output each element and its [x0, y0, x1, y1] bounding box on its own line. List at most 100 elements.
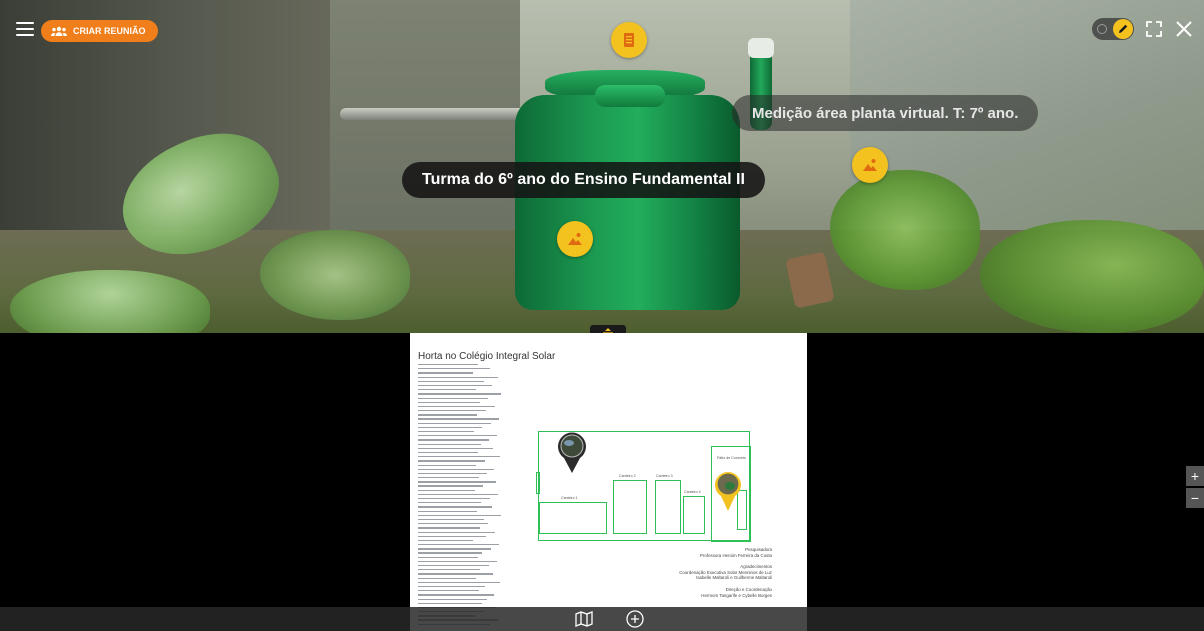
participant-line — [418, 477, 479, 479]
participant-line — [418, 451, 478, 454]
scene-water-tank — [515, 95, 740, 310]
credits-name-direction: Hermom Tangarife e Cybelle Borges — [701, 592, 772, 598]
fullscreen-icon[interactable] — [1144, 19, 1164, 39]
scene-tank-lid — [595, 85, 665, 107]
participant-line — [418, 598, 487, 600]
plan-canteiro-2 — [613, 480, 647, 534]
participants-list — [418, 364, 503, 628]
participant-line — [418, 380, 484, 383]
participant-line — [418, 384, 492, 387]
document-hotspot[interactable] — [611, 22, 647, 58]
image-icon — [568, 233, 582, 245]
zoom-controls: + − — [1186, 466, 1204, 508]
participant-line — [418, 514, 501, 517]
scene-wall-middle — [330, 0, 530, 260]
participant-line — [418, 493, 498, 496]
participant-line — [418, 393, 501, 395]
participant-line — [418, 447, 493, 450]
garden-plan: Canteiro 1 Canteiro 2 Canteiro 3 Canteir… — [536, 430, 751, 542]
participant-line — [418, 544, 499, 546]
participant-line — [418, 397, 488, 399]
participant-line — [418, 569, 480, 571]
participant-line — [418, 364, 478, 366]
participant-line — [418, 535, 486, 537]
hotspot-label-medicao[interactable]: Medição área planta virtual. T: 7º ano. — [732, 95, 1039, 131]
participant-line — [418, 581, 500, 584]
document-page[interactable]: Horta no Colégio Integral Solar Canteiro… — [410, 333, 807, 631]
zoom-out-button[interactable]: − — [1186, 488, 1204, 508]
participant-line — [418, 506, 492, 508]
image-hotspot-right[interactable] — [852, 147, 888, 183]
panorama-marker-1[interactable] — [555, 430, 589, 474]
participant-line — [418, 573, 493, 575]
participant-line — [418, 565, 489, 567]
panorama-marker-2[interactable] — [711, 468, 745, 512]
participant-line — [418, 498, 490, 500]
zoom-in-button[interactable]: + — [1186, 466, 1204, 486]
document-credits: Pesquisadora Professora Heroim Ferreira … — [679, 547, 772, 598]
participant-line — [418, 510, 477, 512]
participant-line — [418, 401, 480, 403]
plan-label-canteiro-4: Canteiro 4 — [684, 490, 701, 494]
participant-line — [418, 518, 484, 521]
participant-line — [418, 590, 479, 592]
create-meeting-label: CRIAR REUNIÃO — [73, 26, 146, 36]
participant-line — [418, 368, 490, 370]
participant-line — [418, 548, 491, 550]
participant-line — [418, 552, 482, 554]
participant-line — [418, 502, 481, 504]
bottom-toolbar — [0, 607, 1204, 631]
participant-line — [418, 489, 475, 491]
participant-line — [418, 426, 482, 429]
pencil-icon — [1113, 19, 1133, 39]
document-title: Horta no Colégio Integral Solar — [418, 351, 556, 362]
document-icon — [624, 33, 634, 47]
group-icon — [51, 26, 67, 36]
participant-line — [418, 443, 481, 445]
participant-line — [418, 405, 495, 408]
participant-line — [418, 481, 496, 483]
tour-app: CRIAR REUNIÃO Turma do 6º ano do Ensino … — [0, 0, 1204, 631]
participant-line — [418, 468, 494, 470]
add-circle-icon[interactable] — [626, 610, 644, 628]
scene-tank-cap — [748, 38, 774, 58]
plan-label-canteiro-1: Canteiro 1 — [561, 496, 578, 500]
document-viewer: Horta no Colégio Integral Solar Canteiro… — [0, 333, 1204, 631]
map-icon[interactable] — [575, 611, 593, 627]
participant-line — [418, 439, 489, 441]
participant-line — [418, 422, 491, 424]
create-meeting-button[interactable]: CRIAR REUNIÃO — [41, 20, 158, 42]
participant-line — [418, 418, 499, 420]
scene-pipe — [340, 108, 530, 120]
eye-icon — [1097, 24, 1107, 34]
plan-canteiro-1 — [539, 502, 607, 534]
participant-line — [418, 414, 477, 416]
participant-line — [418, 585, 485, 588]
participant-line — [418, 577, 476, 579]
close-icon[interactable] — [1174, 19, 1194, 39]
participant-line — [418, 389, 476, 391]
participant-line — [418, 531, 495, 533]
participant-line — [418, 527, 480, 529]
participant-line — [418, 456, 500, 458]
participant-line — [418, 594, 494, 596]
image-hotspot-center[interactable] — [557, 221, 593, 257]
participant-line — [418, 556, 478, 558]
participant-line — [418, 376, 498, 378]
plan-label-canteiro-2: Canteiro 2 — [619, 474, 636, 478]
edit-mode-toggle[interactable] — [1092, 18, 1134, 40]
plan-label-patio: Pátio de Concreto — [717, 456, 746, 460]
participant-line — [418, 460, 485, 462]
plan-canteiro-4 — [683, 496, 705, 534]
participant-line — [418, 435, 497, 437]
panorama-viewer[interactable]: CRIAR REUNIÃO Turma do 6º ano do Ensino … — [0, 0, 1204, 333]
participant-line — [418, 431, 474, 433]
participant-line — [418, 560, 497, 563]
scene-plant-foreground — [10, 270, 210, 333]
participant-line — [418, 372, 473, 374]
hamburger-menu-icon[interactable] — [16, 22, 34, 38]
participant-line — [418, 464, 476, 466]
hotspot-label-turma[interactable]: Turma do 6º ano do Ensino Fundamental II — [402, 162, 765, 198]
image-icon — [863, 159, 877, 171]
plan-label-canteiro-3: Canteiro 3 — [656, 474, 673, 478]
